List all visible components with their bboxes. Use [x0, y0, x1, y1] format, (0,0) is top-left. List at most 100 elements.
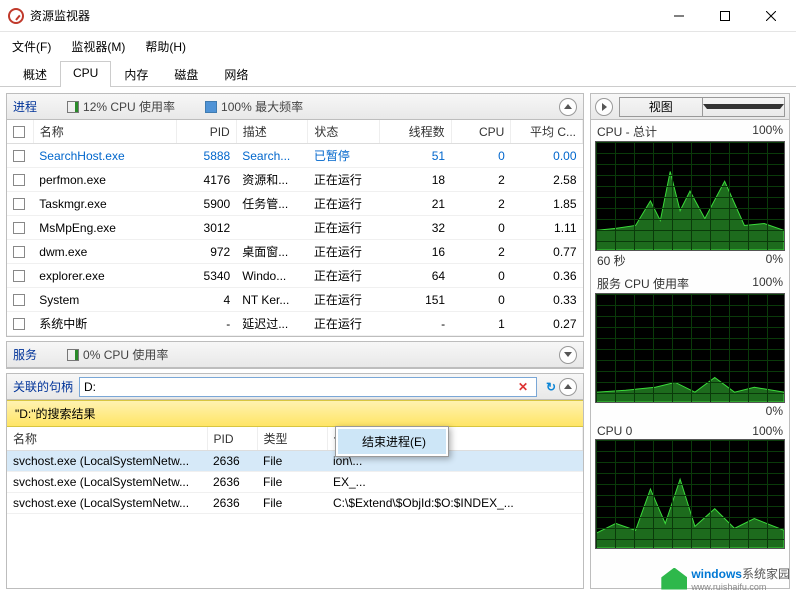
cell-pid: 5900: [177, 192, 237, 216]
cell-name: System: [33, 288, 176, 312]
cell-cpu: 0: [451, 264, 511, 288]
checkbox-icon[interactable]: [13, 126, 25, 138]
left-pane: 进程 12% CPU 使用率 100% 最大频率 名称 PID 描述 状态 线程…: [6, 93, 584, 589]
table-row[interactable]: Taskmgr.exe 5900 任务管... 正在运行 21 2 1.85: [7, 192, 583, 216]
search-results-banner: "D:"的搜索结果: [7, 400, 583, 427]
table-row[interactable]: 系统中断 - 延迟过... 正在运行 - 1 0.27: [7, 312, 583, 336]
expand-button[interactable]: [595, 98, 613, 116]
collapse-button[interactable]: [559, 378, 577, 396]
chart-max: 100%: [752, 424, 783, 438]
table-row[interactable]: SearchHost.exe 5888 Search... 已暂停 51 0 0…: [7, 144, 583, 168]
tab-overview[interactable]: 概述: [10, 61, 60, 87]
col-threads[interactable]: 线程数: [379, 120, 451, 144]
chart-block: CPU - 总计100% 60 秒0%: [591, 120, 789, 272]
row-checkbox[interactable]: [13, 222, 25, 234]
services-header[interactable]: 服务 0% CPU 使用率: [7, 342, 583, 368]
handles-table: 名称 PID 类型 句柄名称 svchost.exe (LocalSystemN…: [7, 427, 583, 514]
menu-monitor[interactable]: 监视器(M): [67, 36, 129, 57]
cell-avg: 0.33: [511, 288, 583, 312]
collapse-button[interactable]: [559, 98, 577, 116]
table-row[interactable]: svchost.exe (LocalSystemNetw... 2636 Fil…: [7, 451, 583, 472]
window-controls: [656, 0, 794, 32]
tab-memory[interactable]: 内存: [111, 61, 161, 87]
titlebar: 资源监视器: [0, 0, 796, 32]
table-row[interactable]: explorer.exe 5340 Windo... 正在运行 64 0 0.3…: [7, 264, 583, 288]
usage-chip-icon: [67, 349, 79, 361]
processes-header[interactable]: 进程 12% CPU 使用率 100% 最大频率: [7, 94, 583, 120]
table-row[interactable]: svchost.exe (LocalSystemNetw... 2636 Fil…: [7, 493, 583, 514]
app-icon: [8, 8, 24, 24]
cell-handle: EX_...: [327, 472, 583, 493]
cell-cpu: 1: [451, 312, 511, 336]
row-checkbox[interactable]: [13, 270, 25, 282]
row-checkbox[interactable]: [13, 294, 25, 306]
col-checkbox[interactable]: [7, 120, 33, 144]
window-title: 资源监视器: [30, 7, 656, 24]
maximize-button[interactable]: [702, 0, 748, 32]
hcol-name[interactable]: 名称: [7, 427, 207, 451]
cell-pid: 2636: [207, 451, 257, 472]
menu-help[interactable]: 帮助(H): [141, 36, 190, 57]
view-selector[interactable]: 视图: [619, 97, 785, 117]
chart-max: 100%: [752, 123, 783, 140]
cell-cpu: 2: [451, 192, 511, 216]
cell-threads: 32: [379, 216, 451, 240]
cell-name: svchost.exe (LocalSystemNetw...: [7, 493, 207, 514]
cell-state: 正在运行: [308, 216, 380, 240]
handles-header[interactable]: 关联的句柄 ✕ ↻: [7, 374, 583, 400]
cell-name: svchost.exe (LocalSystemNetw...: [7, 472, 207, 493]
tab-cpu[interactable]: CPU: [60, 61, 111, 87]
cell-avg: 1.85: [511, 192, 583, 216]
context-end-process[interactable]: 结束进程(E): [338, 429, 446, 454]
col-name[interactable]: 名称: [33, 120, 176, 144]
view-dropdown-button[interactable]: [702, 98, 785, 116]
menu-file[interactable]: 文件(F): [8, 36, 55, 57]
cell-pid: 3012: [177, 216, 237, 240]
table-row[interactable]: svchost.exe (LocalSystemNetw... 2636 Fil…: [7, 472, 583, 493]
row-checkbox[interactable]: [13, 198, 25, 210]
col-state[interactable]: 状态: [308, 120, 380, 144]
hcol-type[interactable]: 类型: [257, 427, 327, 451]
table-row[interactable]: MsMpEng.exe 3012 正在运行 32 0 1.11: [7, 216, 583, 240]
table-row[interactable]: perfmon.exe 4176 资源和... 正在运行 18 2 2.58: [7, 168, 583, 192]
cell-desc: 桌面窗...: [236, 240, 308, 264]
chevron-down-icon: [564, 352, 572, 357]
handle-filter[interactable]: ✕: [79, 377, 537, 397]
cpu-chart: [595, 141, 785, 251]
hcol-pid[interactable]: PID: [207, 427, 257, 451]
handle-filter-input[interactable]: [84, 380, 514, 394]
cell-pid: 4176: [177, 168, 237, 192]
minimize-button[interactable]: [656, 0, 702, 32]
col-desc[interactable]: 描述: [236, 120, 308, 144]
watermark: windows系统家园www.ruishaifu.com: [661, 565, 790, 592]
row-checkbox[interactable]: [13, 174, 25, 186]
chevron-up-icon: [564, 384, 572, 389]
close-button[interactable]: [748, 0, 794, 32]
max-freq-stat: 100% 最大频率: [205, 98, 303, 115]
table-row[interactable]: dwm.exe 972 桌面窗... 正在运行 16 2 0.77: [7, 240, 583, 264]
col-cpu[interactable]: CPU: [451, 120, 511, 144]
cell-name: MsMpEng.exe: [33, 216, 176, 240]
proc-header-row: 名称 PID 描述 状态 线程数 CPU 平均 C...: [7, 120, 583, 144]
tab-network[interactable]: 网络: [211, 61, 261, 87]
cell-desc: 资源和...: [236, 168, 308, 192]
tab-disk[interactable]: 磁盘: [161, 61, 211, 87]
clear-filter-button[interactable]: ✕: [514, 380, 532, 394]
cell-state: 正在运行: [308, 264, 380, 288]
col-avg[interactable]: 平均 C...: [511, 120, 583, 144]
collapse-button[interactable]: [559, 346, 577, 364]
menubar: 文件(F) 监视器(M) 帮助(H): [0, 32, 796, 61]
chart-br: 0%: [766, 404, 783, 418]
cell-avg: 0.27: [511, 312, 583, 336]
row-checkbox[interactable]: [13, 318, 25, 330]
table-row[interactable]: System 4 NT Ker... 正在运行 151 0 0.33: [7, 288, 583, 312]
refresh-button[interactable]: ↻: [543, 379, 559, 395]
col-pid[interactable]: PID: [177, 120, 237, 144]
row-checkbox[interactable]: [13, 246, 25, 258]
cell-name: svchost.exe (LocalSystemNetw...: [7, 451, 207, 472]
chart-title: CPU - 总计: [597, 123, 657, 140]
row-checkbox[interactable]: [13, 150, 25, 162]
cell-desc: Windo...: [236, 264, 308, 288]
right-pane: 视图 CPU - 总计100% 60 秒0%服务 CPU 使用率100% 0%C…: [590, 93, 790, 589]
cell-state: 正在运行: [308, 240, 380, 264]
